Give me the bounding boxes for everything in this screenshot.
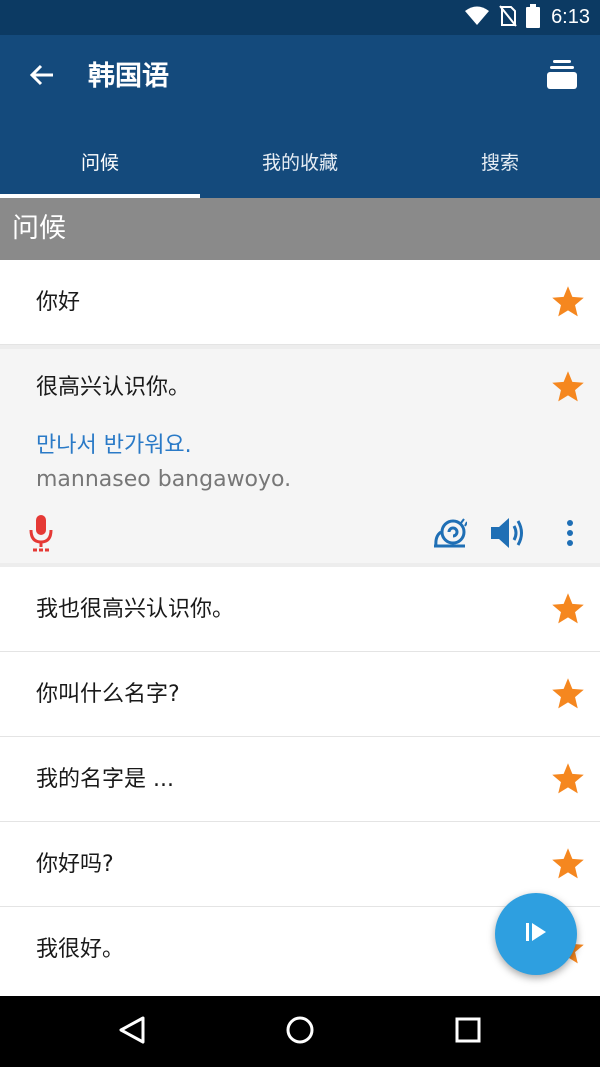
play-audio-button[interactable] (489, 515, 529, 555)
star-icon[interactable] (548, 759, 588, 799)
more-options-button[interactable] (556, 515, 584, 555)
star-icon[interactable] (548, 367, 588, 407)
nav-back-button[interactable] (114, 1014, 150, 1050)
arrow-left-icon (28, 61, 56, 93)
slow-play-button[interactable] (430, 515, 470, 555)
list-item[interactable]: 我也很高兴认识你。 (0, 567, 600, 652)
list-item[interactable]: 你好吗? (0, 822, 600, 907)
navigation-bar (0, 996, 600, 1067)
tab-search[interactable]: 搜索 (400, 125, 600, 198)
triangle-back-icon (118, 1015, 146, 1049)
status-bar: 6:13 (0, 0, 600, 35)
circle-home-icon (285, 1015, 315, 1049)
section-header: 问候 (0, 198, 600, 260)
list-item-expanded[interactable]: 很高兴认识你。 만나서 반가워요. mannaseo bangawoyo. (0, 345, 600, 567)
nav-home-button[interactable] (282, 1014, 318, 1050)
tab-bar: 问候 我的收藏 搜索 (0, 125, 600, 198)
romanization: mannaseo bangawoyo. (36, 467, 292, 492)
star-icon[interactable] (548, 282, 588, 322)
play-all-button[interactable] (495, 893, 577, 975)
tab-label: 问候 (80, 152, 119, 174)
star-icon[interactable] (548, 674, 588, 714)
list-item[interactable]: 我的名字是 ... (0, 737, 600, 822)
app-bar: 韩国语 问候 我的收藏 搜索 (0, 35, 600, 198)
list-item[interactable]: 你好 (0, 260, 600, 345)
wifi-icon (464, 6, 490, 30)
back-button[interactable] (22, 57, 62, 97)
tab-greetings[interactable]: 问候 (0, 125, 200, 198)
record-button[interactable] (24, 515, 58, 555)
tab-label: 我的收藏 (261, 152, 338, 174)
nav-recents-button[interactable] (450, 1014, 486, 1050)
star-icon[interactable] (548, 844, 588, 884)
phrase-text: 我的名字是 ... (36, 767, 174, 792)
phrase-text: 你叫什么名字? (36, 682, 180, 707)
more-vert-icon (566, 519, 574, 551)
flashcards-button[interactable] (542, 55, 582, 97)
snail-slow-icon (433, 518, 468, 552)
phrase-list: 你好 很高兴认识你。 만나서 반가워요. mannaseo bangawoyo. (0, 260, 600, 992)
phrase-text: 你好吗? (36, 852, 114, 877)
phrase-text: 我很好。 (36, 937, 125, 962)
app-title: 韩国语 (88, 61, 169, 92)
square-recents-icon (454, 1016, 482, 1048)
phrase-text: 你好 (36, 290, 81, 315)
play-icon (524, 920, 548, 948)
status-time: 6:13 (551, 6, 590, 28)
korean-translation: 만나서 반가워요. (36, 433, 192, 458)
microphone-icon (28, 514, 54, 556)
battery-icon (526, 3, 541, 32)
flashcards-icon (547, 58, 577, 94)
tab-favorites[interactable]: 我的收藏 (200, 125, 400, 198)
speaker-icon (490, 515, 528, 555)
list-item[interactable]: 你叫什么名字? (0, 652, 600, 737)
no-sim-icon (499, 4, 517, 31)
phrase-text: 很高兴认识你。 (36, 375, 191, 400)
star-icon[interactable] (548, 589, 588, 629)
tab-label: 搜索 (480, 152, 519, 174)
status-icons: 6:13 (464, 0, 590, 35)
phrase-text: 我也很高兴认识你。 (36, 597, 235, 622)
